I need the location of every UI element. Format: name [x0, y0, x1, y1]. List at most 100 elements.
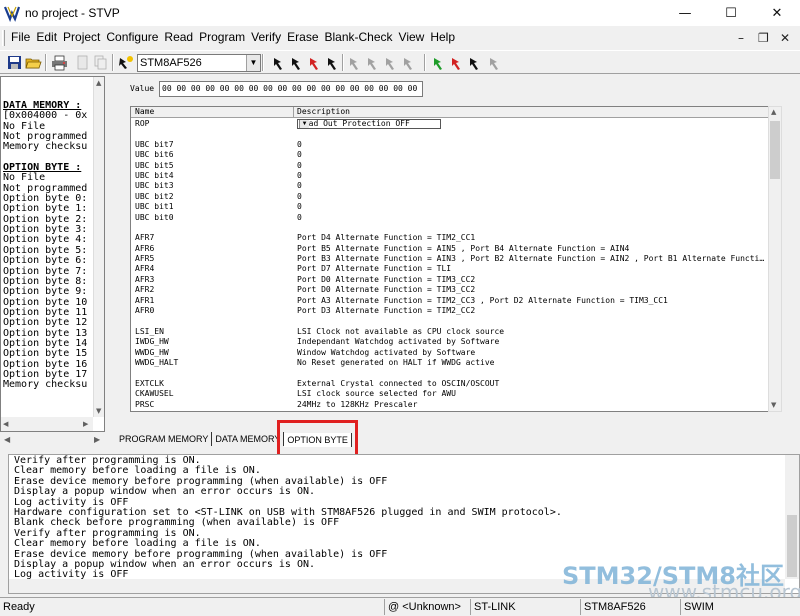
scroll-up-icon[interactable]: ▲ — [96, 79, 101, 87]
scroll-down-icon[interactable]: ▼ — [771, 401, 776, 409]
table-row[interactable]: LSI_EN LSI Clock not available as CPU clo… — [131, 326, 769, 337]
chevron-down-icon[interactable]: ▼ — [246, 55, 260, 71]
option-name: LSI_EN — [135, 326, 164, 336]
left-vertical-scrollbar[interactable]: ▲ ▼ — [93, 77, 104, 417]
table-row[interactable]: AFR4 Port D7 Alternate Function = TLI — [131, 264, 769, 274]
menu-blank-check[interactable]: Blank-Check — [322, 30, 396, 44]
menu-erase[interactable]: Erase — [284, 30, 321, 44]
table-row[interactable]: WWDG_HALT No Reset generated on HALT if W… — [131, 358, 769, 368]
chevron-down-icon[interactable]: ▼ — [299, 120, 309, 128]
scroll-thumb[interactable] — [787, 515, 797, 577]
table-row[interactable]: UBC bit6 0 — [131, 150, 769, 160]
table-row[interactable]: AFR7 Port D4 Alternate Function = TIM2_CC… — [131, 233, 769, 243]
table-row[interactable]: AFR1 Port A3 Alternate Function = TIM2_CC… — [131, 296, 769, 306]
erase-icon[interactable] — [432, 54, 449, 71]
program-current-icon[interactable] — [348, 54, 365, 71]
table-row[interactable] — [131, 368, 769, 378]
save-icon[interactable] — [6, 54, 23, 71]
table-row[interactable]: PRSC 24MHz to 128KHz Prescaler — [131, 400, 769, 410]
device-chip-icon[interactable] — [117, 54, 134, 71]
read-all-icon[interactable] — [290, 54, 307, 71]
left-horizontal-scrollbar[interactable]: ◀ ▶ — [1, 417, 93, 431]
menu-file[interactable]: File — [8, 30, 33, 44]
scroll-left-icon[interactable]: ◀ — [3, 420, 8, 428]
scroll-right-icon[interactable]: ▶ — [83, 420, 88, 428]
table-row[interactable]: UBC bit1 0 — [131, 202, 769, 212]
menu-program[interactable]: Program — [196, 30, 248, 44]
table-row[interactable]: AFR5 Port B3 Alternate Function = AIN3 , … — [131, 254, 769, 264]
table-row[interactable]: AFR2 Port D0 Alternate Function = TIM3_CC… — [131, 285, 769, 295]
read-verify-icon[interactable] — [326, 54, 343, 71]
table-row[interactable]: IWDG_HW Independant Watchdog activated by… — [131, 337, 769, 347]
table-row[interactable]: WWDG_HW Window Watchdog activated by Soft… — [131, 348, 769, 358]
table-row[interactable] — [131, 129, 769, 139]
table-row[interactable]: AFR6 Port B5 Alternate Function = AIN5 , … — [131, 244, 769, 254]
log-vertical-scrollbar[interactable] — [785, 455, 799, 579]
device-select-value: STM8AF526 — [140, 57, 202, 69]
column-header-name[interactable]: Name — [135, 107, 154, 117]
menu-read[interactable]: Read — [161, 30, 196, 44]
rop-select[interactable]: Read Out Protection OFF ▼ — [297, 119, 441, 129]
table-row[interactable]: UBC bit3 0 — [131, 181, 769, 191]
value-field[interactable]: 00 00 00 00 00 00 00 00 00 00 00 00 00 0… — [159, 81, 423, 97]
maximize-button[interactable]: ☐ — [708, 0, 754, 26]
menu-configure[interactable]: Configure — [103, 30, 161, 44]
option-description: 0 — [297, 181, 302, 191]
menu-view[interactable]: View — [396, 30, 428, 44]
rop-select-value: Read Out Protection OFF — [299, 119, 410, 128]
scroll-down-icon[interactable]: ▼ — [96, 407, 101, 415]
tab-scroll-left-icon[interactable]: ◀ — [4, 435, 10, 444]
menu-edit[interactable]: Edit — [33, 30, 60, 44]
table-row[interactable] — [131, 223, 769, 233]
blank-all-icon[interactable] — [468, 54, 485, 71]
tab-scroll-right-icon[interactable]: ▶ — [94, 435, 100, 444]
read-current-icon[interactable] — [272, 54, 289, 71]
mdi-minimize-icon[interactable]: – — [738, 31, 744, 45]
column-header-description[interactable]: Description — [297, 107, 350, 117]
program-option-icon[interactable] — [384, 54, 401, 71]
close-button[interactable]: ✕ — [754, 0, 800, 26]
menu-verify[interactable]: Verify — [248, 30, 284, 44]
minimize-button[interactable]: — — [662, 0, 708, 26]
tab-data-memory[interactable]: DATA MEMORY — [212, 432, 285, 446]
column-divider[interactable] — [293, 107, 294, 118]
table-row[interactable] — [131, 316, 769, 326]
device-select[interactable]: STM8AF526 ▼ — [137, 54, 261, 72]
table-row[interactable]: UBC bit4 0 — [131, 170, 769, 181]
rop-name: ROP — [135, 119, 150, 128]
table-row[interactable]: UBC bit7 0 — [131, 140, 769, 150]
option-description: Port D3 Alternate Function = TIM2_CC2 — [297, 306, 476, 316]
status-probe: ST-LINK — [470, 599, 580, 615]
blank-option-icon[interactable] — [488, 54, 505, 71]
grid-vertical-scrollbar[interactable]: ▲ ▼ — [768, 106, 782, 412]
cut-icon[interactable] — [74, 54, 91, 71]
table-row[interactable]: UBC bit0 0 — [131, 212, 769, 223]
summary-line: Option byte 12 — [3, 317, 88, 329]
table-row[interactable]: UBC bit2 0 — [131, 192, 769, 202]
program-all-icon[interactable] — [366, 54, 383, 71]
table-row[interactable]: CKAWUSEL LSI clock source selected for AW… — [131, 389, 769, 399]
menu-help[interactable]: Help — [427, 30, 458, 44]
mdi-restore-icon[interactable]: ❐ — [758, 31, 769, 45]
option-name: UBC bit0 — [135, 212, 174, 222]
mdi-close-icon[interactable]: ✕ — [780, 31, 790, 45]
log-lines: Verify after programming is ON. Clear mem… — [14, 455, 562, 581]
scroll-thumb[interactable] — [770, 121, 780, 179]
open-folder-icon[interactable] — [25, 54, 42, 71]
menu-project[interactable]: Project — [60, 30, 103, 44]
print-icon[interactable] — [51, 54, 68, 71]
table-row[interactable]: UBC bit5 0 — [131, 161, 769, 171]
table-row[interactable]: AFR3 Port D0 Alternate Function = TIM3_CC… — [131, 275, 769, 285]
verify-icon[interactable] — [402, 54, 419, 71]
table-row[interactable]: ROP Read Out Protection OFF ▼ — [131, 119, 769, 129]
table-row[interactable]: EXTCLK External Crystal connected to OSCI… — [131, 379, 769, 389]
menu-bar: File Edit Project Configure Read Program Verif… — [0, 27, 800, 49]
blank-check-icon[interactable] — [450, 54, 467, 71]
copy-icon[interactable] — [92, 54, 109, 71]
option-name: UBC bit4 — [135, 170, 174, 180]
tab-program-memory[interactable]: PROGRAM MEMORY — [116, 432, 213, 446]
scroll-up-icon[interactable]: ▲ — [771, 108, 776, 116]
read-option-icon[interactable] — [308, 54, 325, 71]
tabs-bar: ◀ ▶ PROGRAM MEMORY DATA MEMORY OPTION BYTE — [0, 432, 800, 450]
table-row[interactable]: AFR0 Port D3 Alternate Function = TIM2_CC… — [131, 306, 769, 316]
